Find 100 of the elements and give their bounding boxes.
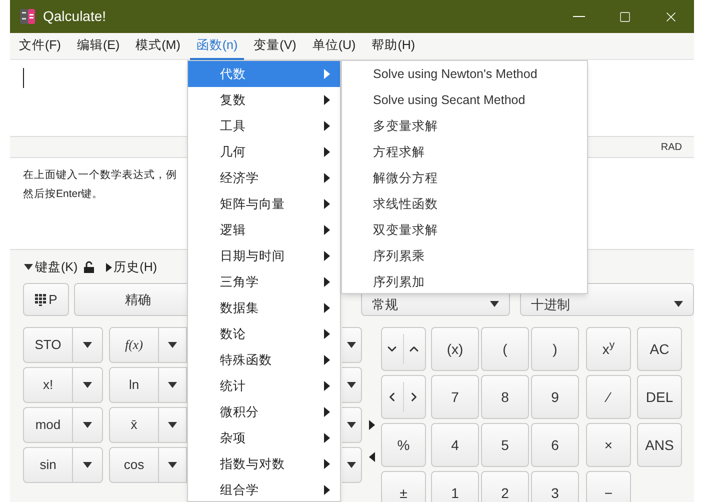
dropdown-button[interactable]	[73, 367, 103, 403]
menu-item[interactable]: 矩阵与向量	[188, 191, 340, 217]
submenu-arrow-icon	[324, 355, 330, 365]
key-button[interactable]: ±	[381, 471, 426, 502]
menu-item[interactable]: 统计	[188, 373, 340, 399]
key-button[interactable]: 7	[431, 375, 479, 419]
key-button[interactable]: 6	[531, 423, 579, 467]
caret-icon	[674, 301, 684, 307]
submenu-arrow-icon	[324, 303, 330, 313]
menu-item[interactable]: 解微分方程	[342, 165, 587, 191]
menu-item[interactable]: 双变量求解	[342, 217, 587, 243]
dropdown-button[interactable]	[159, 327, 187, 363]
key-button[interactable]: 3	[531, 471, 579, 502]
key-button[interactable]: 5	[481, 423, 529, 467]
caret-icon	[347, 462, 356, 468]
menu-item[interactable]: Solve using Secant Method	[342, 87, 587, 113]
dropdown-button[interactable]	[342, 367, 362, 403]
menu-item[interactable]: 日期与时间	[188, 243, 340, 269]
keypad-button[interactable]: P	[23, 283, 69, 316]
submenu-arrow-icon	[324, 433, 330, 443]
function-key[interactable]: mod	[23, 407, 73, 443]
menu-item[interactable]: 文件(F)	[13, 32, 67, 60]
menu-item[interactable]: 变量(V)	[248, 32, 302, 60]
submenu-arrow-icon	[324, 407, 330, 417]
panel-toggle[interactable]: 键盘(K)	[24, 258, 78, 276]
key-button[interactable]: −	[586, 471, 631, 502]
angle-unit-label: RAD	[660, 140, 682, 154]
function-key[interactable]: f(x)	[109, 327, 159, 363]
key-button[interactable]: x$^{y}$	[586, 327, 631, 371]
collapsed-icon	[106, 262, 112, 272]
submenu-arrow-icon	[324, 277, 330, 287]
menu-item[interactable]: 组合学	[188, 477, 340, 502]
dropdown-button[interactable]	[342, 447, 362, 483]
key-button[interactable]: AC	[637, 327, 682, 371]
menu-item[interactable]: 微积分	[188, 399, 340, 425]
key-button[interactable]: ×	[586, 423, 631, 467]
panel-toggle[interactable]: 历史(H)	[106, 258, 158, 276]
expand-right-icon[interactable]	[368, 420, 374, 430]
menu-item[interactable]: Solve using Newton's Method	[342, 61, 587, 87]
key-button[interactable]: 8	[481, 375, 529, 419]
menu-item[interactable]: 帮助(H)	[366, 32, 422, 60]
dropdown-button[interactable]	[159, 367, 187, 403]
caret-icon	[168, 382, 177, 388]
caret-icon	[168, 342, 177, 348]
dropdown-button[interactable]	[159, 407, 187, 443]
key-button[interactable]: DEL	[637, 375, 682, 419]
dropdown-button[interactable]	[73, 407, 103, 443]
key-button[interactable]: )	[531, 327, 579, 371]
menu-item[interactable]: 逻辑	[188, 217, 340, 243]
caret-icon	[347, 382, 356, 388]
key-button[interactable]: (x)	[431, 327, 479, 371]
submenu-arrow-icon	[324, 121, 330, 131]
function-key[interactable]: cos	[109, 447, 159, 483]
dropdown-button[interactable]	[73, 327, 103, 363]
menu-item[interactable]: 方程求解	[342, 139, 587, 165]
key-button[interactable]: (	[481, 327, 529, 371]
key-button[interactable]: ∕	[586, 375, 631, 419]
dropdown-button[interactable]	[342, 407, 362, 443]
menu-item[interactable]: 序列累乘	[342, 243, 587, 269]
keypad-icon	[34, 294, 46, 306]
dropdown-button[interactable]	[342, 327, 362, 363]
menu-item[interactable]: 模式(M)	[130, 32, 186, 60]
key-button[interactable]: 9	[531, 375, 579, 419]
menu-item[interactable]: 复数	[188, 87, 340, 113]
function-key[interactable]: x̄	[109, 407, 159, 443]
key-button[interactable]: 1	[431, 471, 479, 502]
function-key[interactable]: sin	[23, 447, 73, 483]
menu-item[interactable]: 特殊函数	[188, 347, 340, 373]
menu-item[interactable]: 数论	[188, 321, 340, 347]
caret-icon	[168, 462, 177, 468]
dropdown-button[interactable]	[73, 447, 103, 483]
help-text: 然后按Enter键。	[23, 186, 104, 202]
menu-item[interactable]: 编辑(E)	[70, 32, 126, 60]
minimize-icon	[573, 16, 585, 18]
expanded-icon	[24, 264, 33, 270]
submenu-arrow-icon	[324, 485, 330, 495]
window-title: Qalculate!	[43, 7, 106, 26]
menu-item[interactable]: 几何	[188, 139, 340, 165]
function-key[interactable]: x!	[23, 367, 73, 403]
menu-item[interactable]: 多变量求解	[342, 113, 587, 139]
key-button[interactable]: ANS	[637, 423, 682, 467]
caret-icon	[83, 422, 92, 428]
function-key[interactable]: ln	[109, 367, 159, 403]
menu-item[interactable]: 单位(U)	[306, 32, 362, 60]
key-button[interactable]: %	[381, 423, 426, 467]
menu-item[interactable]: 指数与对数	[188, 451, 340, 477]
menu-item[interactable]: 代数	[188, 61, 340, 87]
menu-item[interactable]: 求线性函数	[342, 191, 587, 217]
lock-icon[interactable]	[84, 261, 94, 273]
key-button[interactable]: 4	[431, 423, 479, 467]
menu-item[interactable]: 杂项	[188, 425, 340, 451]
expand-left-icon[interactable]	[368, 452, 374, 462]
submenu-arrow-icon	[324, 251, 330, 261]
caret-icon	[347, 342, 356, 348]
function-key[interactable]: STO	[23, 327, 73, 363]
dropdown-button[interactable]	[159, 447, 187, 483]
submenu-arrow-icon	[324, 225, 330, 235]
menu-item[interactable]: 经济学	[188, 165, 340, 191]
menu-item[interactable]: 工具	[188, 113, 340, 139]
key-button[interactable]: 2	[481, 471, 529, 502]
